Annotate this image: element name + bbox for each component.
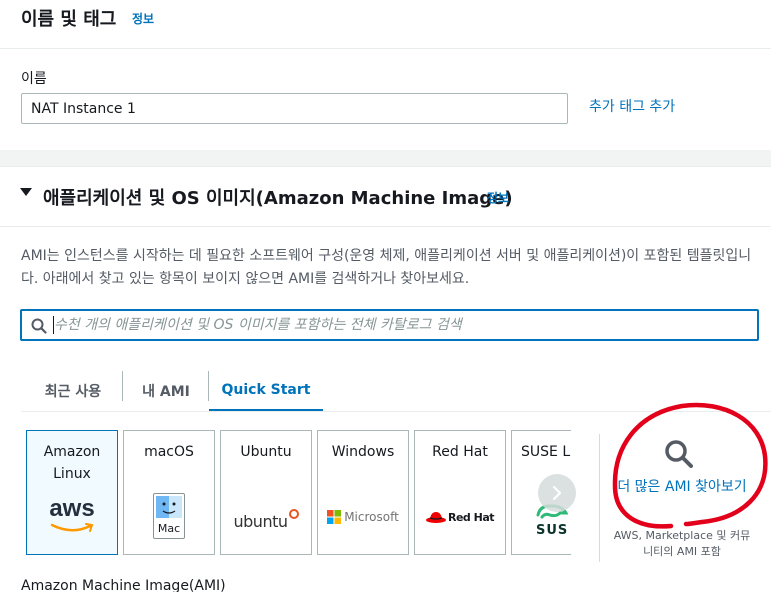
chevron-right-icon bbox=[552, 485, 562, 501]
ubuntu-logo-text: ubuntu bbox=[233, 512, 289, 531]
aws-logo: aws bbox=[27, 497, 117, 537]
card-windows[interactable]: Windows Microsoft bbox=[317, 430, 409, 555]
collapse-caret-icon[interactable] bbox=[20, 188, 32, 196]
name-section-title: 이름 및 태그 bbox=[21, 9, 117, 30]
browse-more-link[interactable]: 더 많은 AMI 찾아보기 bbox=[612, 476, 752, 498]
quick-start-cards: Amazon Linux aws macOS Mac Ubuntu ubuntu… bbox=[26, 430, 571, 556]
card-title: SUSE Li bbox=[521, 444, 571, 460]
name-info-link[interactable]: 정보 bbox=[132, 10, 154, 27]
mac-logo: Mac bbox=[124, 493, 214, 539]
red-hat-icon bbox=[425, 512, 446, 523]
search-icon bbox=[665, 440, 693, 468]
windows-icon bbox=[327, 510, 342, 524]
browse-more-subtext: AWS, Marketplace 및 커뮤니티의 AMI 포함 bbox=[613, 529, 751, 558]
ami-info-link[interactable]: 정보 bbox=[487, 189, 509, 206]
card-red-hat[interactable]: Red Hat Red Hat bbox=[414, 430, 506, 555]
browse-more-amis[interactable]: 더 많은 AMI 찾아보기 AWS, Marketplace 및 커뮤니티의 A… bbox=[612, 432, 752, 562]
tabs-underline bbox=[21, 411, 771, 412]
card-amazon-linux[interactable]: Amazon Linux aws bbox=[26, 430, 118, 555]
tab-quick-start[interactable]: Quick Start bbox=[209, 370, 323, 412]
ami-section-title: 애플리케이션 및 OS 이미지(Amazon Machine Image) bbox=[43, 188, 513, 209]
name-label: 이름 bbox=[21, 71, 47, 87]
redhat-logo-text: Red Hat bbox=[447, 510, 495, 524]
card-title: Windows bbox=[331, 444, 395, 460]
ami-header-divider bbox=[0, 226, 771, 227]
section-divider bbox=[0, 48, 771, 49]
finder-icon bbox=[156, 496, 182, 518]
tab-separator bbox=[122, 371, 123, 401]
tab-recent[interactable]: 최근 사용 bbox=[36, 370, 110, 412]
card-title: Red Hat bbox=[432, 444, 488, 460]
card-title: macOS bbox=[144, 444, 194, 460]
card-macos[interactable]: macOS Mac bbox=[123, 430, 215, 555]
tab-my-ami[interactable]: 내 AMI bbox=[134, 370, 198, 412]
card-ubuntu[interactable]: Ubuntu ubuntu bbox=[220, 430, 312, 555]
name-input[interactable] bbox=[21, 93, 568, 124]
ubuntu-circle-icon bbox=[288, 509, 299, 519]
add-tags-link[interactable]: 추가 태그 추가 bbox=[589, 96, 675, 116]
ami-search-input[interactable] bbox=[54, 314, 744, 336]
ami-search-box[interactable] bbox=[20, 309, 759, 341]
card-title: Ubuntu bbox=[240, 444, 292, 460]
vertical-divider bbox=[599, 434, 600, 562]
name-and-tags-panel: 이름 및 태그 정보 이름 추가 태그 추가 bbox=[0, 0, 771, 150]
mac-logo-text: Mac bbox=[157, 522, 181, 535]
microsoft-logo-text: Microsoft bbox=[344, 510, 399, 524]
redhat-logo: Red Hat bbox=[415, 510, 505, 524]
microsoft-logo: Microsoft bbox=[318, 510, 408, 524]
ami-description: AMI는 인스턴스를 시작하는 데 필요한 소프트웨어 구성(운영 체제, 애플… bbox=[21, 248, 752, 287]
search-icon bbox=[31, 318, 47, 334]
ami-label: Amazon Machine Image(AMI) bbox=[21, 578, 226, 592]
card-title: Amazon Linux bbox=[43, 444, 101, 482]
aws-logo-text: aws bbox=[49, 495, 95, 522]
suse-logo-text: SUS bbox=[536, 523, 569, 538]
aws-smile-icon bbox=[50, 523, 94, 532]
ubuntu-logo: ubuntu bbox=[221, 509, 311, 531]
scroll-next-button[interactable] bbox=[538, 474, 576, 512]
